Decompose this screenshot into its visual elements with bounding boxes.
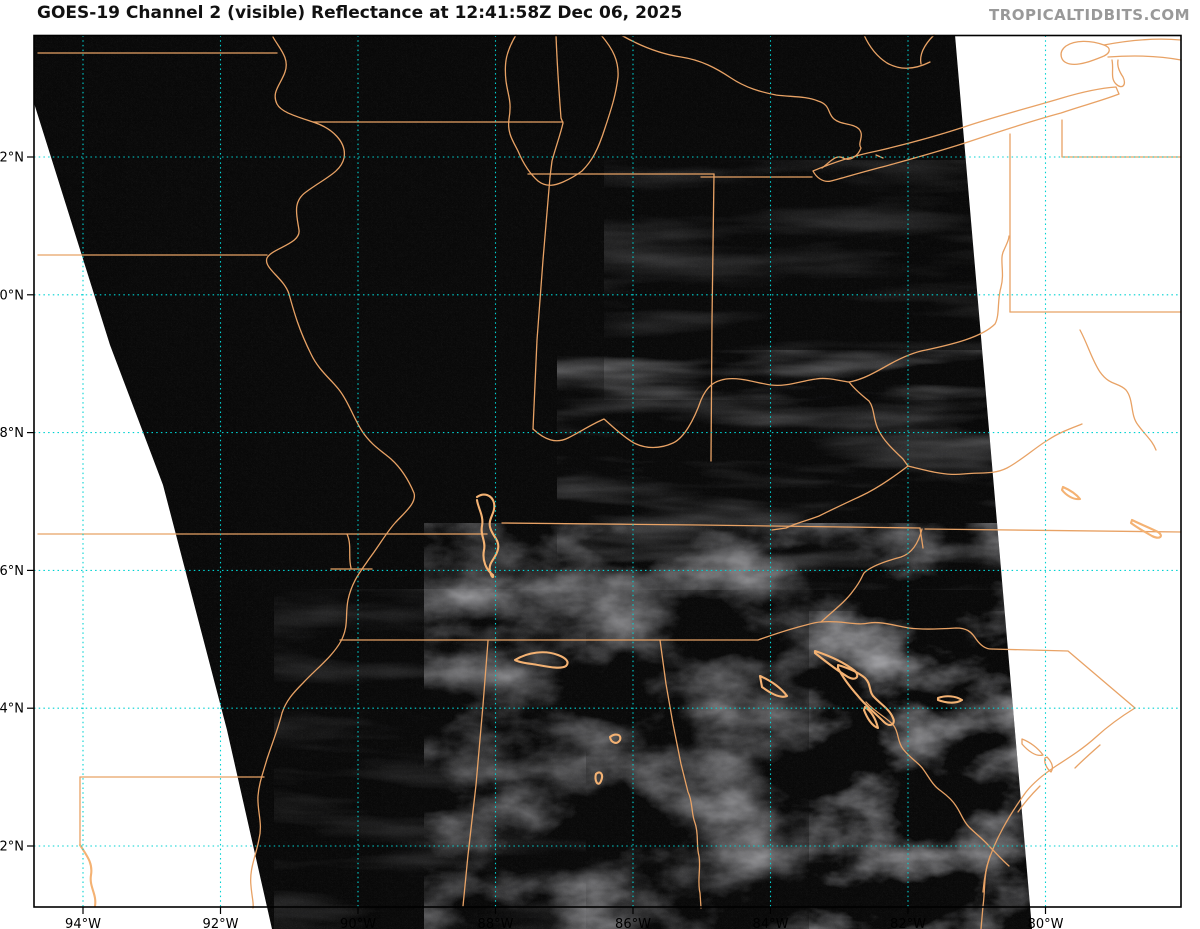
lon-tick-label: 80°W [1028, 917, 1064, 929]
lat-tick-label: 40°N [0, 288, 24, 303]
lat-tick-label: 34°N [0, 702, 24, 717]
lon-tick-label: 84°W [753, 917, 789, 929]
lon-tick-label: 82°W [890, 917, 926, 929]
satellite-image-page: GOES-19 Channel 2 (visible) Reflectance … [0, 0, 1200, 929]
lon-tick-label: 92°W [203, 917, 239, 929]
lat-tick-label: 32°N [0, 840, 24, 855]
lon-tick-label: 90°W [340, 917, 376, 929]
lat-tick-label: 38°N [0, 426, 24, 441]
satellite-map: 42°N 40°N 38°N 36°N 34°N 32°N 94°W 92°W 90°W 88°… [0, 0, 1200, 929]
latitude-labels: 42°N 40°N 38°N 36°N 34°N 32°N [0, 151, 24, 855]
lat-tick-label: 42°N [0, 151, 24, 166]
lat-tick-label: 36°N [0, 564, 24, 579]
lon-tick-label: 86°W [615, 917, 651, 929]
lon-tick-label: 94°W [65, 917, 101, 929]
lon-tick-label: 88°W [478, 917, 514, 929]
cloud-texture-layer [34, 35, 1040, 929]
